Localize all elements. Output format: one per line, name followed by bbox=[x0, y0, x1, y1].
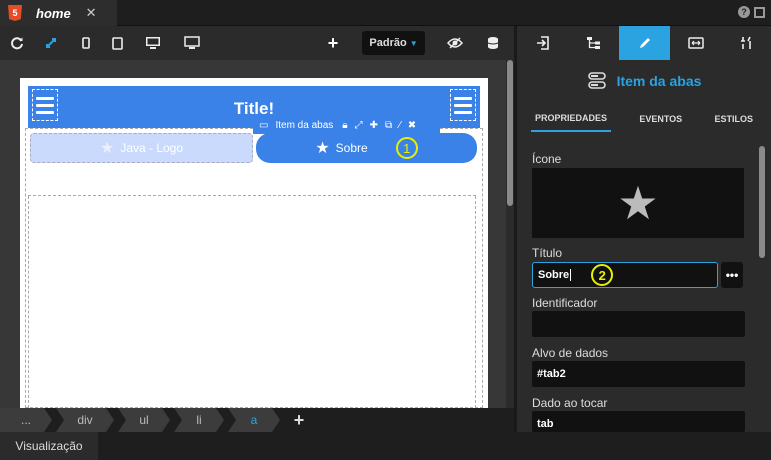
menu-left-icon[interactable] bbox=[32, 89, 58, 121]
panel-scrollbar[interactable] bbox=[759, 146, 765, 258]
html5-icon: 5 bbox=[8, 5, 22, 21]
theme-select-value: Padrão bbox=[369, 37, 407, 49]
tree-icon[interactable] bbox=[568, 26, 619, 60]
help-icon[interactable]: ? bbox=[738, 6, 750, 18]
section-outline bbox=[28, 166, 476, 196]
data-toggle-label: Dado ao tocar bbox=[532, 396, 608, 410]
component-label: Item da abas bbox=[275, 119, 334, 131]
window-controls: ? bbox=[738, 6, 765, 18]
copy-icon[interactable]: ⧉ bbox=[385, 120, 392, 131]
tab-component-icon bbox=[587, 72, 606, 89]
pencil-icon[interactable] bbox=[619, 26, 670, 60]
tab-item-label: Sobre bbox=[335, 141, 368, 155]
tab-home[interactable]: 5 home ✕ bbox=[0, 0, 117, 26]
canvas-scrollbar[interactable] bbox=[506, 60, 514, 408]
device-toolbar: + Padrão ▼ bbox=[0, 26, 514, 60]
data-toggle-input[interactable]: tab bbox=[532, 411, 745, 432]
tab-visualizacao[interactable]: Visualização bbox=[0, 432, 98, 460]
more-options-button[interactable]: ••• bbox=[721, 262, 743, 288]
phone-portrait-icon[interactable] bbox=[76, 26, 96, 60]
breadcrumb-item[interactable]: ... bbox=[0, 408, 52, 432]
title-label: Título bbox=[532, 246, 563, 260]
tab-item-java-logo[interactable]: ★ Java - Logo bbox=[30, 133, 253, 163]
panel-subtabs: PROPRIEDADES EVENTOS ESTILOS bbox=[531, 106, 757, 132]
breadcrumb-item-li[interactable]: li bbox=[174, 408, 224, 432]
add-button[interactable]: + bbox=[322, 26, 344, 60]
menu-right-icon[interactable] bbox=[450, 89, 476, 121]
desktop-icon[interactable] bbox=[142, 26, 164, 60]
star-icon: ★ bbox=[617, 177, 659, 229]
breadcrumb-add-button[interactable]: + bbox=[284, 408, 314, 432]
tab-bar: ★ Java - Logo ★ Sobre 1 bbox=[28, 130, 480, 164]
tab-title: home bbox=[36, 5, 71, 21]
star-icon: ★ bbox=[99, 140, 115, 157]
tab-component-icon: ▭ bbox=[259, 119, 269, 131]
step-badge-1: 1 bbox=[395, 137, 418, 159]
component-header: Item da abas bbox=[517, 66, 771, 96]
tab-item-sobre[interactable]: ★ Sobre 1 bbox=[256, 133, 477, 163]
bottom-panel-bar: Visualização bbox=[0, 432, 771, 460]
refresh-icon[interactable] bbox=[6, 26, 28, 60]
breadcrumb: ... div ul li a + bbox=[0, 408, 514, 432]
app-window: 5 home ✕ ? + Padrão ▼ Title! ★ Java - Lo… bbox=[0, 0, 771, 460]
data-target-input[interactable]: #tab2 bbox=[532, 361, 745, 387]
monitor-icon[interactable] bbox=[180, 26, 204, 60]
component-floating-toolbar: ▭ Item da abas 🔒︎ ⤢ ✚ ⧉ ⁄ ✖ bbox=[253, 116, 440, 134]
theme-select[interactable]: Padrão ▼ bbox=[362, 31, 425, 55]
close-tab-icon[interactable]: ✕ bbox=[86, 5, 97, 21]
subtab-eventos[interactable]: EVENTOS bbox=[635, 106, 686, 132]
lock-icon[interactable]: 🔒︎ bbox=[342, 120, 347, 131]
caret-down-icon: ▼ bbox=[409, 38, 418, 48]
tab-item-label: Java - Logo bbox=[120, 141, 184, 155]
tools-icon[interactable] bbox=[721, 26, 771, 60]
magic-wand-icon[interactable]: ⁄ bbox=[399, 120, 401, 131]
properties-panel: Item da abas PROPRIEDADES EVENTOS ESTILO… bbox=[517, 26, 771, 432]
document-tab-bar: 5 home ✕ ? bbox=[0, 0, 771, 26]
expand-icon[interactable]: ⤢ bbox=[355, 120, 363, 131]
design-canvas: Title! ★ Java - Logo ★ Sobre 1 ▭ Item da… bbox=[0, 60, 514, 408]
subtab-estilos[interactable]: ESTILOS bbox=[710, 106, 757, 132]
step-badge-2: 2 bbox=[591, 264, 614, 286]
delete-icon[interactable]: ✖ bbox=[408, 120, 416, 131]
tablet-icon[interactable] bbox=[106, 26, 128, 60]
star-icon: ★ bbox=[315, 140, 330, 157]
breadcrumb-item-div[interactable]: div bbox=[56, 408, 114, 432]
breadcrumb-item-ul[interactable]: ul bbox=[118, 408, 170, 432]
add-icon[interactable]: ✚ bbox=[370, 120, 378, 131]
icon-label: Ícone bbox=[532, 152, 562, 166]
icon-picker[interactable]: ★ bbox=[532, 168, 744, 238]
body-outline bbox=[28, 196, 476, 408]
visibility-toggle-icon[interactable] bbox=[444, 26, 466, 60]
maximize-icon[interactable] bbox=[754, 7, 765, 18]
id-input[interactable] bbox=[532, 311, 745, 337]
panel-toolbar bbox=[517, 26, 771, 60]
title-input-value: Sobre bbox=[538, 269, 570, 281]
id-label: Identificador bbox=[532, 296, 598, 310]
title-input[interactable]: Sobre 2 bbox=[532, 262, 718, 288]
text-caret bbox=[570, 269, 572, 281]
breadcrumb-item-a[interactable]: a bbox=[228, 408, 280, 432]
subtab-propriedades[interactable]: PROPRIEDADES bbox=[531, 106, 612, 132]
resize-horizontal-icon[interactable] bbox=[670, 26, 721, 60]
database-icon[interactable] bbox=[482, 26, 504, 60]
data-target-label: Alvo de dados bbox=[532, 346, 609, 360]
import-icon[interactable] bbox=[517, 26, 568, 60]
page-preview[interactable]: Title! ★ Java - Logo ★ Sobre 1 ▭ Item da… bbox=[20, 78, 488, 408]
component-name: Item da abas bbox=[616, 73, 702, 89]
fullscreen-icon[interactable] bbox=[40, 26, 62, 60]
